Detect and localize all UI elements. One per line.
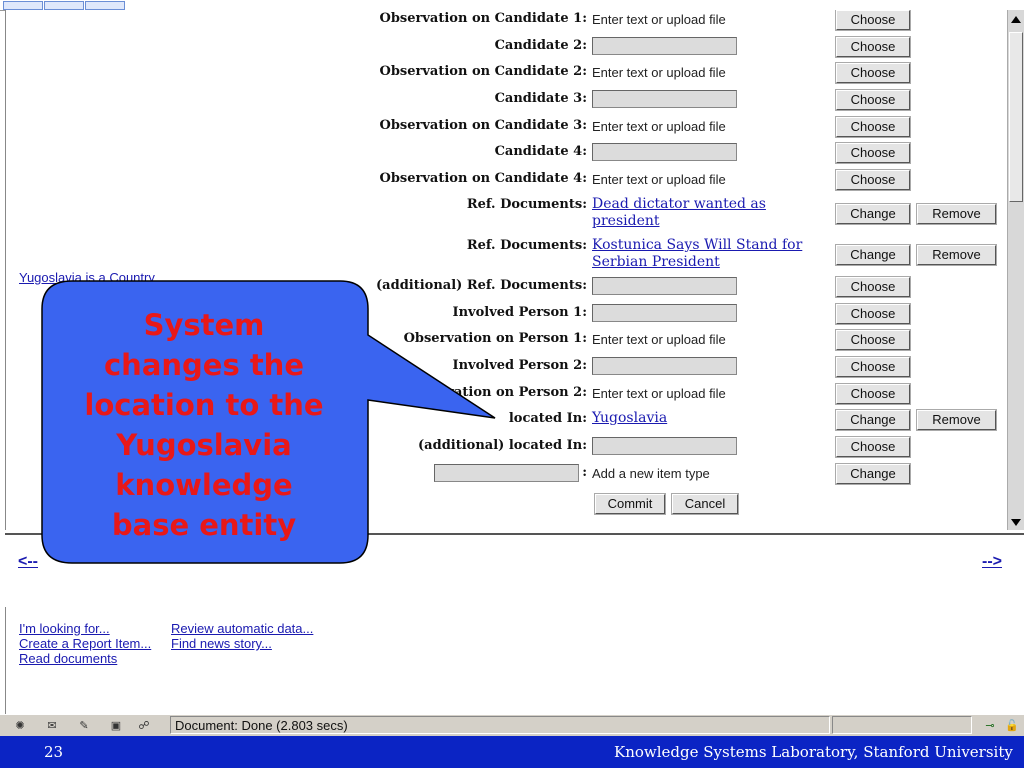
value-input[interactable] — [592, 37, 737, 55]
upload-prompt-text: Enter text or upload file — [592, 332, 726, 347]
upload-prompt-text: Enter text or upload file — [592, 172, 726, 187]
field-label: located In: — [508, 411, 587, 426]
choose-button[interactable]: Choose — [835, 89, 911, 111]
composer-icon[interactable]: ✎ — [76, 720, 92, 732]
upload-prompt-text: Enter text or upload file — [592, 12, 726, 27]
upload-prompt-text: Enter text or upload file — [592, 386, 726, 401]
value-input[interactable] — [592, 143, 737, 161]
commit-button[interactable]: Commit — [594, 493, 666, 515]
find-news-story-link[interactable]: Find news story... — [171, 636, 272, 651]
scroll-thumb[interactable] — [1009, 32, 1023, 202]
callout-line: location to the — [84, 388, 324, 422]
choose-button[interactable]: Choose — [835, 142, 911, 164]
field-label: Observation on Candidate 3: — [379, 118, 587, 133]
entity-link[interactable]: Kostunica Says Will Stand for Serbian Pr… — [592, 237, 827, 271]
choose-button[interactable]: Choose — [835, 169, 911, 191]
choose-button[interactable]: Choose — [835, 356, 911, 378]
choose-button[interactable]: Choose — [835, 303, 911, 325]
new-item-type-input[interactable] — [434, 464, 579, 482]
review-automatic-data-link[interactable]: Review automatic data... — [171, 621, 313, 636]
chat-icon[interactable]: ☍ — [136, 720, 152, 732]
callout-line: Yugoslavia — [116, 428, 292, 462]
remove-button[interactable]: Remove — [916, 409, 997, 431]
callout-text: System changes the location to the Yugos… — [54, 305, 354, 545]
value-input[interactable] — [592, 357, 737, 375]
value-input[interactable] — [592, 90, 737, 108]
remove-button[interactable]: Remove — [916, 244, 997, 266]
choose-button[interactable]: Choose — [835, 62, 911, 84]
slide-footer: 23 Knowledge Systems Laboratory, Stanfor… — [0, 736, 1024, 768]
next-link[interactable]: --> — [982, 553, 1002, 571]
field-label: (additional) located In: — [418, 438, 587, 453]
choose-button[interactable]: Choose — [835, 116, 911, 138]
field-label: Candidate 2: — [494, 38, 587, 53]
frame-tab-icon[interactable] — [3, 1, 43, 10]
choose-button[interactable]: Choose — [835, 276, 911, 298]
upload-prompt-text: Enter text or upload file — [592, 119, 726, 134]
field-label: Candidate 3: — [494, 91, 587, 106]
callout-line: System — [143, 308, 265, 342]
field-label: Ref. Documents: — [466, 238, 587, 253]
field-label: Observation on Candidate 2: — [379, 64, 587, 79]
field-label: Involved Person 1: — [452, 305, 588, 320]
value-input[interactable] — [592, 277, 737, 295]
field-label: (additional) Ref. Documents: — [376, 278, 587, 293]
callout-line: base entity — [111, 508, 297, 542]
create-report-item-link[interactable]: Create a Report Item... — [19, 636, 151, 651]
remove-button[interactable]: Remove — [916, 203, 997, 225]
entity-link[interactable]: Yugoslavia — [592, 410, 827, 427]
entity-link[interactable]: Dead dictator wanted as president — [592, 196, 827, 230]
organization-name: Knowledge Systems Laboratory, Stanford U… — [614, 743, 1013, 761]
choose-button[interactable]: Choose — [835, 36, 911, 58]
choose-button[interactable]: Choose — [835, 383, 911, 405]
field-label: Candidate 4: — [494, 144, 587, 159]
field-label: Observation on Person 2: — [403, 385, 587, 400]
change-button[interactable]: Change — [835, 409, 911, 431]
field-label: Ref. Documents: — [466, 197, 587, 212]
field-label: : — [582, 465, 587, 480]
status-progress — [832, 716, 972, 734]
frame-tab-icon[interactable] — [85, 1, 125, 10]
change-button[interactable]: Change — [835, 203, 911, 225]
scroll-down-arrow-icon[interactable] — [1011, 519, 1021, 526]
yugoslavia-country-link[interactable]: Yugoslavia is a Country — [19, 270, 155, 285]
change-button[interactable]: Change — [835, 244, 911, 266]
callout-line: changes the — [103, 348, 304, 382]
callout-line: knowledge — [115, 468, 293, 502]
edit-entity-form: Observation on Candidate 1: Enter text or… — [366, 10, 1007, 530]
form-scrollbar[interactable] — [1007, 10, 1024, 530]
value-input[interactable] — [592, 437, 737, 455]
field-label: Observation on Person 1: — [403, 331, 587, 346]
field-label: Observation on Candidate 1: — [379, 11, 587, 26]
value-input[interactable] — [592, 304, 737, 322]
mail-icon[interactable]: ✉ — [44, 720, 60, 732]
upload-prompt-text: Enter text or upload file — [592, 65, 726, 80]
connection-icon: ⊸ — [985, 720, 995, 732]
choose-button[interactable]: Choose — [835, 329, 911, 351]
frame-tab-icon[interactable] — [44, 1, 84, 10]
read-documents-link[interactable]: Read documents — [19, 651, 117, 666]
choose-button[interactable]: Choose — [835, 436, 911, 458]
choose-button[interactable]: Choose — [835, 10, 911, 31]
scroll-up-arrow-icon[interactable] — [1011, 16, 1021, 23]
browser-status-bar: ✺ ✉ ✎ ▣ ☍ Document: Done (2.803 secs) ⊸ … — [0, 714, 1024, 737]
field-label: Observation on Candidate 4: — [379, 171, 587, 186]
cancel-button[interactable]: Cancel — [671, 493, 739, 515]
address-book-icon[interactable]: ▣ — [108, 720, 124, 732]
security-lock-icon: 🔓 — [1005, 720, 1019, 732]
previous-link[interactable]: <-- — [18, 553, 38, 571]
status-text: Document: Done (2.803 secs) — [170, 716, 830, 734]
slide-number: 23 — [44, 743, 64, 761]
looking-for-link[interactable]: I'm looking for... — [19, 621, 110, 636]
change-button[interactable]: Change — [835, 463, 911, 485]
actions-frame: I'm looking for... Create a Report Item.… — [5, 607, 1024, 714]
field-label: Involved Person 2: — [452, 358, 588, 373]
navigator-icon[interactable]: ✺ — [12, 720, 28, 732]
new-item-type-text: Add a new item type — [592, 466, 710, 481]
